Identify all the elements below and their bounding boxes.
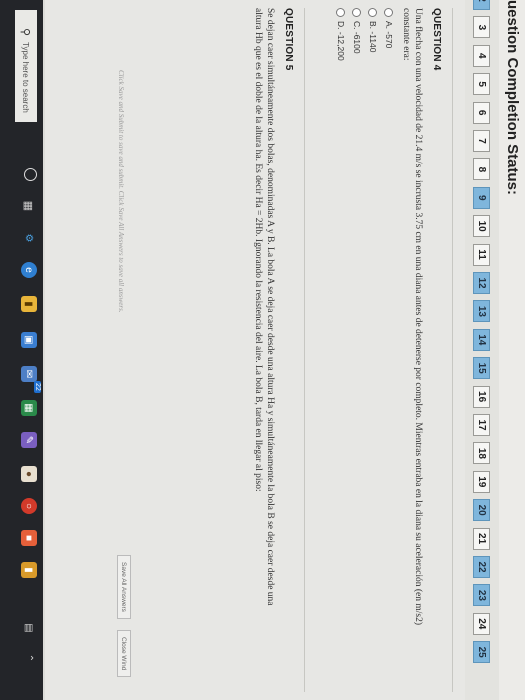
settings-icon[interactable]: ⚙ <box>21 230 37 246</box>
store-icon[interactable]: ▣ <box>21 332 37 348</box>
question-nav-button-20[interactable]: 20 <box>473 499 490 522</box>
question-nav-button-15[interactable]: 15 <box>473 357 490 380</box>
question-nav-button-13[interactable]: 13 <box>473 300 490 323</box>
radio-icon[interactable] <box>336 8 346 17</box>
search-placeholder: Type here to search <box>21 42 31 113</box>
option-d-label: D. -12,200 <box>336 21 346 61</box>
question-4-text: Una flecha con una velocidad de 21.4 m/s… <box>401 8 423 625</box>
completion-status-header: uestion Completion Status: <box>498 0 525 700</box>
question-nav-button-25[interactable]: 25 <box>473 641 490 664</box>
question-nav-button-3[interactable]: 3 <box>473 16 490 39</box>
question-nav-button-10[interactable]: 10 <box>473 215 490 238</box>
question-nav-bar: 2345678910111213141516171819202122232425 <box>464 0 499 700</box>
option-a-label: A. -570 <box>384 21 394 49</box>
question-nav-button-16[interactable]: 16 <box>473 385 490 408</box>
question-nav-button-22[interactable]: 22 <box>473 556 490 578</box>
question-nav-button-18[interactable]: 18 <box>473 442 490 465</box>
save-all-answers-button[interactable]: Save All Answers <box>117 555 131 619</box>
option-c-label: C. -6100 <box>352 21 362 54</box>
question-nav-button-8[interactable]: 8 <box>473 158 490 181</box>
option-a[interactable]: A. -570 <box>384 8 394 692</box>
question-nav-button-23[interactable]: 23 <box>473 584 490 607</box>
question-4: QUESTION 4 Una flecha con una velocidad … <box>336 8 453 692</box>
spreadsheet-app-icon[interactable]: ▦ <box>21 400 37 416</box>
question-nav-button-11[interactable]: 11 <box>473 243 490 266</box>
question-nav-button-24[interactable]: 24 <box>473 612 490 635</box>
network-icon[interactable]: ▤ <box>21 620 37 636</box>
question-nav-button-9[interactable]: 9 <box>473 186 490 209</box>
task-view-icon[interactable]: ▦ <box>21 198 37 214</box>
option-b-label: B. -1140 <box>368 21 378 53</box>
question-nav-button-2[interactable]: 2 <box>473 0 490 10</box>
completion-status-title: uestion Completion Status: <box>504 0 521 195</box>
folder-app-icon[interactable]: ▮ <box>21 562 37 578</box>
question-5: QUESTION 5 Se dejan caer simultáneamente… <box>252 8 305 692</box>
file-explorer-icon[interactable]: ▮ <box>21 296 37 312</box>
close-window-button[interactable]: Close Wind <box>117 630 131 678</box>
question-nav-button-5[interactable]: 5 <box>473 73 490 96</box>
media-app-icon[interactable]: ● <box>21 466 37 482</box>
radio-icon[interactable] <box>368 8 378 17</box>
question-4-options: A. -570 B. -1140 C. -6100 D. -12,200 <box>336 8 394 692</box>
cortana-icon[interactable] <box>24 168 37 181</box>
submit-instructions: Click Save and Submit to save and submit… <box>117 70 125 313</box>
question-5-title: QUESTION 5 <box>283 8 294 71</box>
mail-badge: 22 <box>34 381 41 393</box>
radio-icon[interactable] <box>352 8 362 17</box>
question-5-text: Se dejan caer simultáneamente dos bolas,… <box>253 8 275 606</box>
app-icon[interactable]: ■ <box>21 530 37 546</box>
option-b[interactable]: B. -1140 <box>368 8 378 692</box>
screen: uestion Completion Status: 2345678910111… <box>0 0 525 700</box>
search-icon: ⚲ <box>19 28 32 37</box>
browser-icon[interactable]: ○ <box>21 498 37 514</box>
question-4-title: QUESTION 4 <box>431 8 442 71</box>
notes-app-icon[interactable]: ✎ <box>21 432 37 448</box>
question-nav-button-19[interactable]: 19 <box>473 470 490 493</box>
option-c[interactable]: C. -6100 <box>352 8 362 692</box>
question-nav-button-12[interactable]: 12 <box>473 272 490 294</box>
question-content: QUESTION 4 Una flecha con una velocidad … <box>45 0 465 700</box>
question-nav-button-17[interactable]: 17 <box>473 414 490 436</box>
option-d[interactable]: D. -12,200 <box>336 8 346 692</box>
question-nav-button-21[interactable]: 21 <box>473 527 490 550</box>
taskbar-search[interactable]: ⚲ Type here to search <box>15 10 37 122</box>
question-nav-button-14[interactable]: 14 <box>473 328 490 351</box>
chevron-up-icon[interactable]: ⌃ <box>21 650 37 666</box>
taskbar: ⚲ Type here to search ▦ ⚙ e ▮ ▣ ✉ 22 ▦ ✎… <box>0 0 43 700</box>
mail-icon[interactable]: ✉ <box>21 366 37 382</box>
radio-icon[interactable] <box>384 8 394 17</box>
question-nav-button-7[interactable]: 7 <box>473 130 490 152</box>
question-nav-button-4[interactable]: 4 <box>473 44 490 67</box>
question-nav-button-6[interactable]: 6 <box>473 101 490 124</box>
edge-icon[interactable]: e <box>21 262 37 278</box>
